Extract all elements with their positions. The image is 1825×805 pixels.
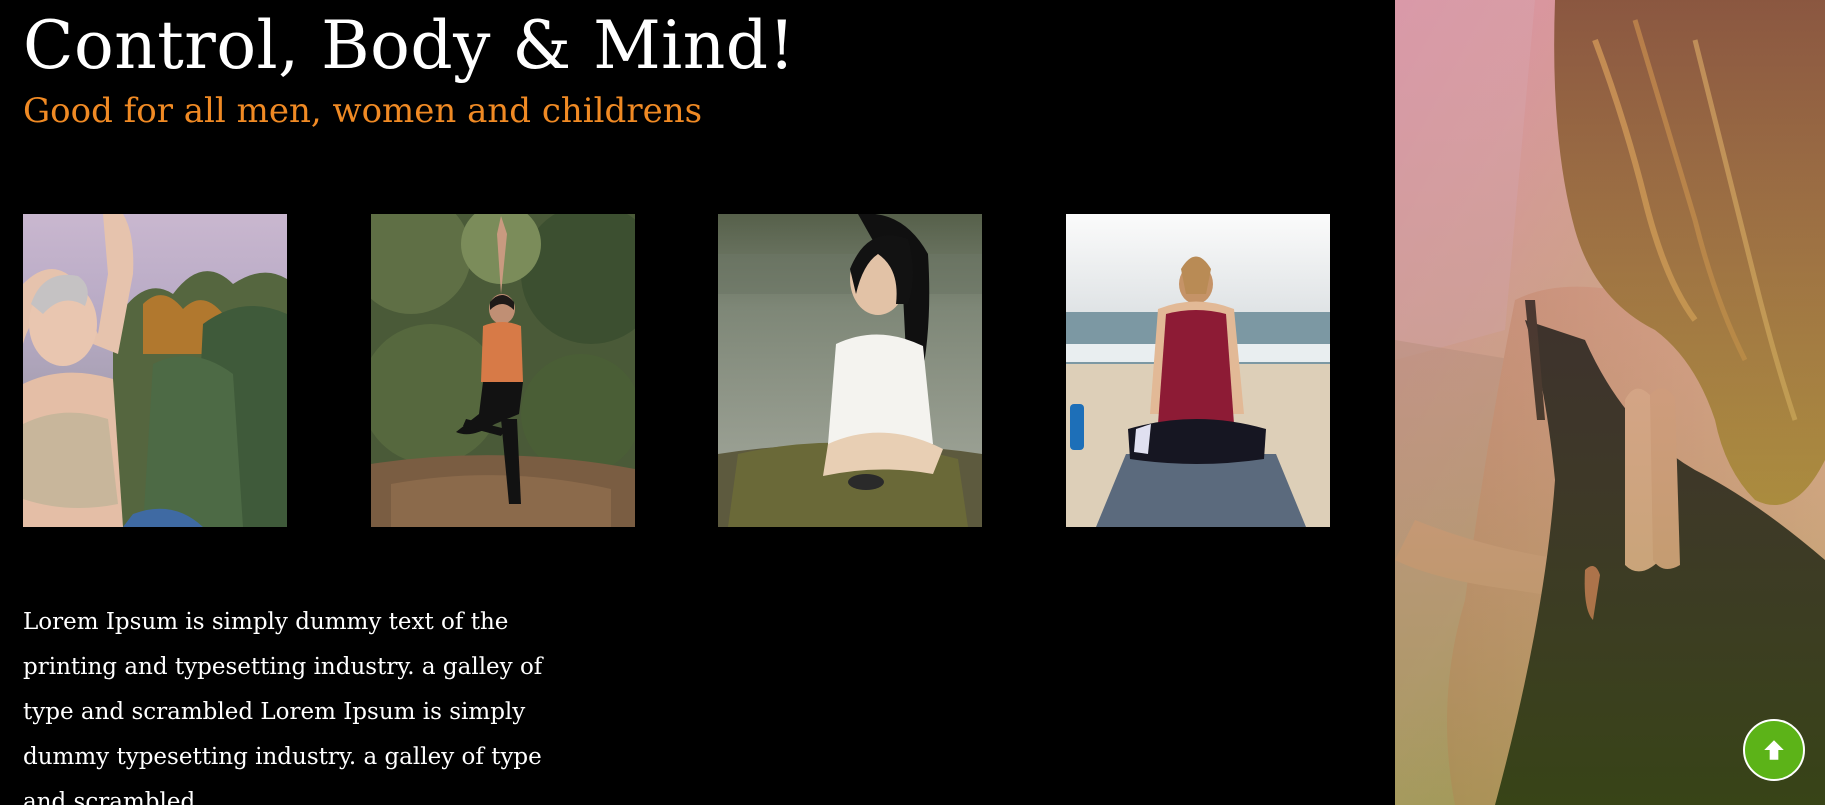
gallery-photo-2[interactable]: [371, 214, 635, 527]
page-title: Control, Body & Mind!: [23, 7, 796, 84]
description-text: Lorem Ipsum is simply dummy text of the …: [23, 609, 543, 805]
gallery-photo-1[interactable]: [23, 214, 287, 527]
gallery-photo-4[interactable]: [1066, 214, 1330, 527]
side-image: [1395, 0, 1825, 805]
page-subtitle: Good for all men, women and childrens: [23, 91, 703, 131]
photo-2-image: [371, 214, 635, 527]
gallery-photo-3[interactable]: [718, 214, 982, 527]
page: Control, Body & Mind! Good for all men, …: [0, 0, 1825, 805]
arrow-up-icon: [1764, 740, 1784, 760]
scroll-to-top-button[interactable]: [1743, 719, 1805, 781]
main-content: Control, Body & Mind! Good for all men, …: [0, 0, 1395, 805]
photo-1-image: [23, 214, 287, 527]
side-hero-image: [1395, 0, 1825, 805]
photo-4-image: [1066, 214, 1330, 527]
photo-3-image: [718, 214, 982, 527]
photo-gallery: [23, 214, 1331, 527]
